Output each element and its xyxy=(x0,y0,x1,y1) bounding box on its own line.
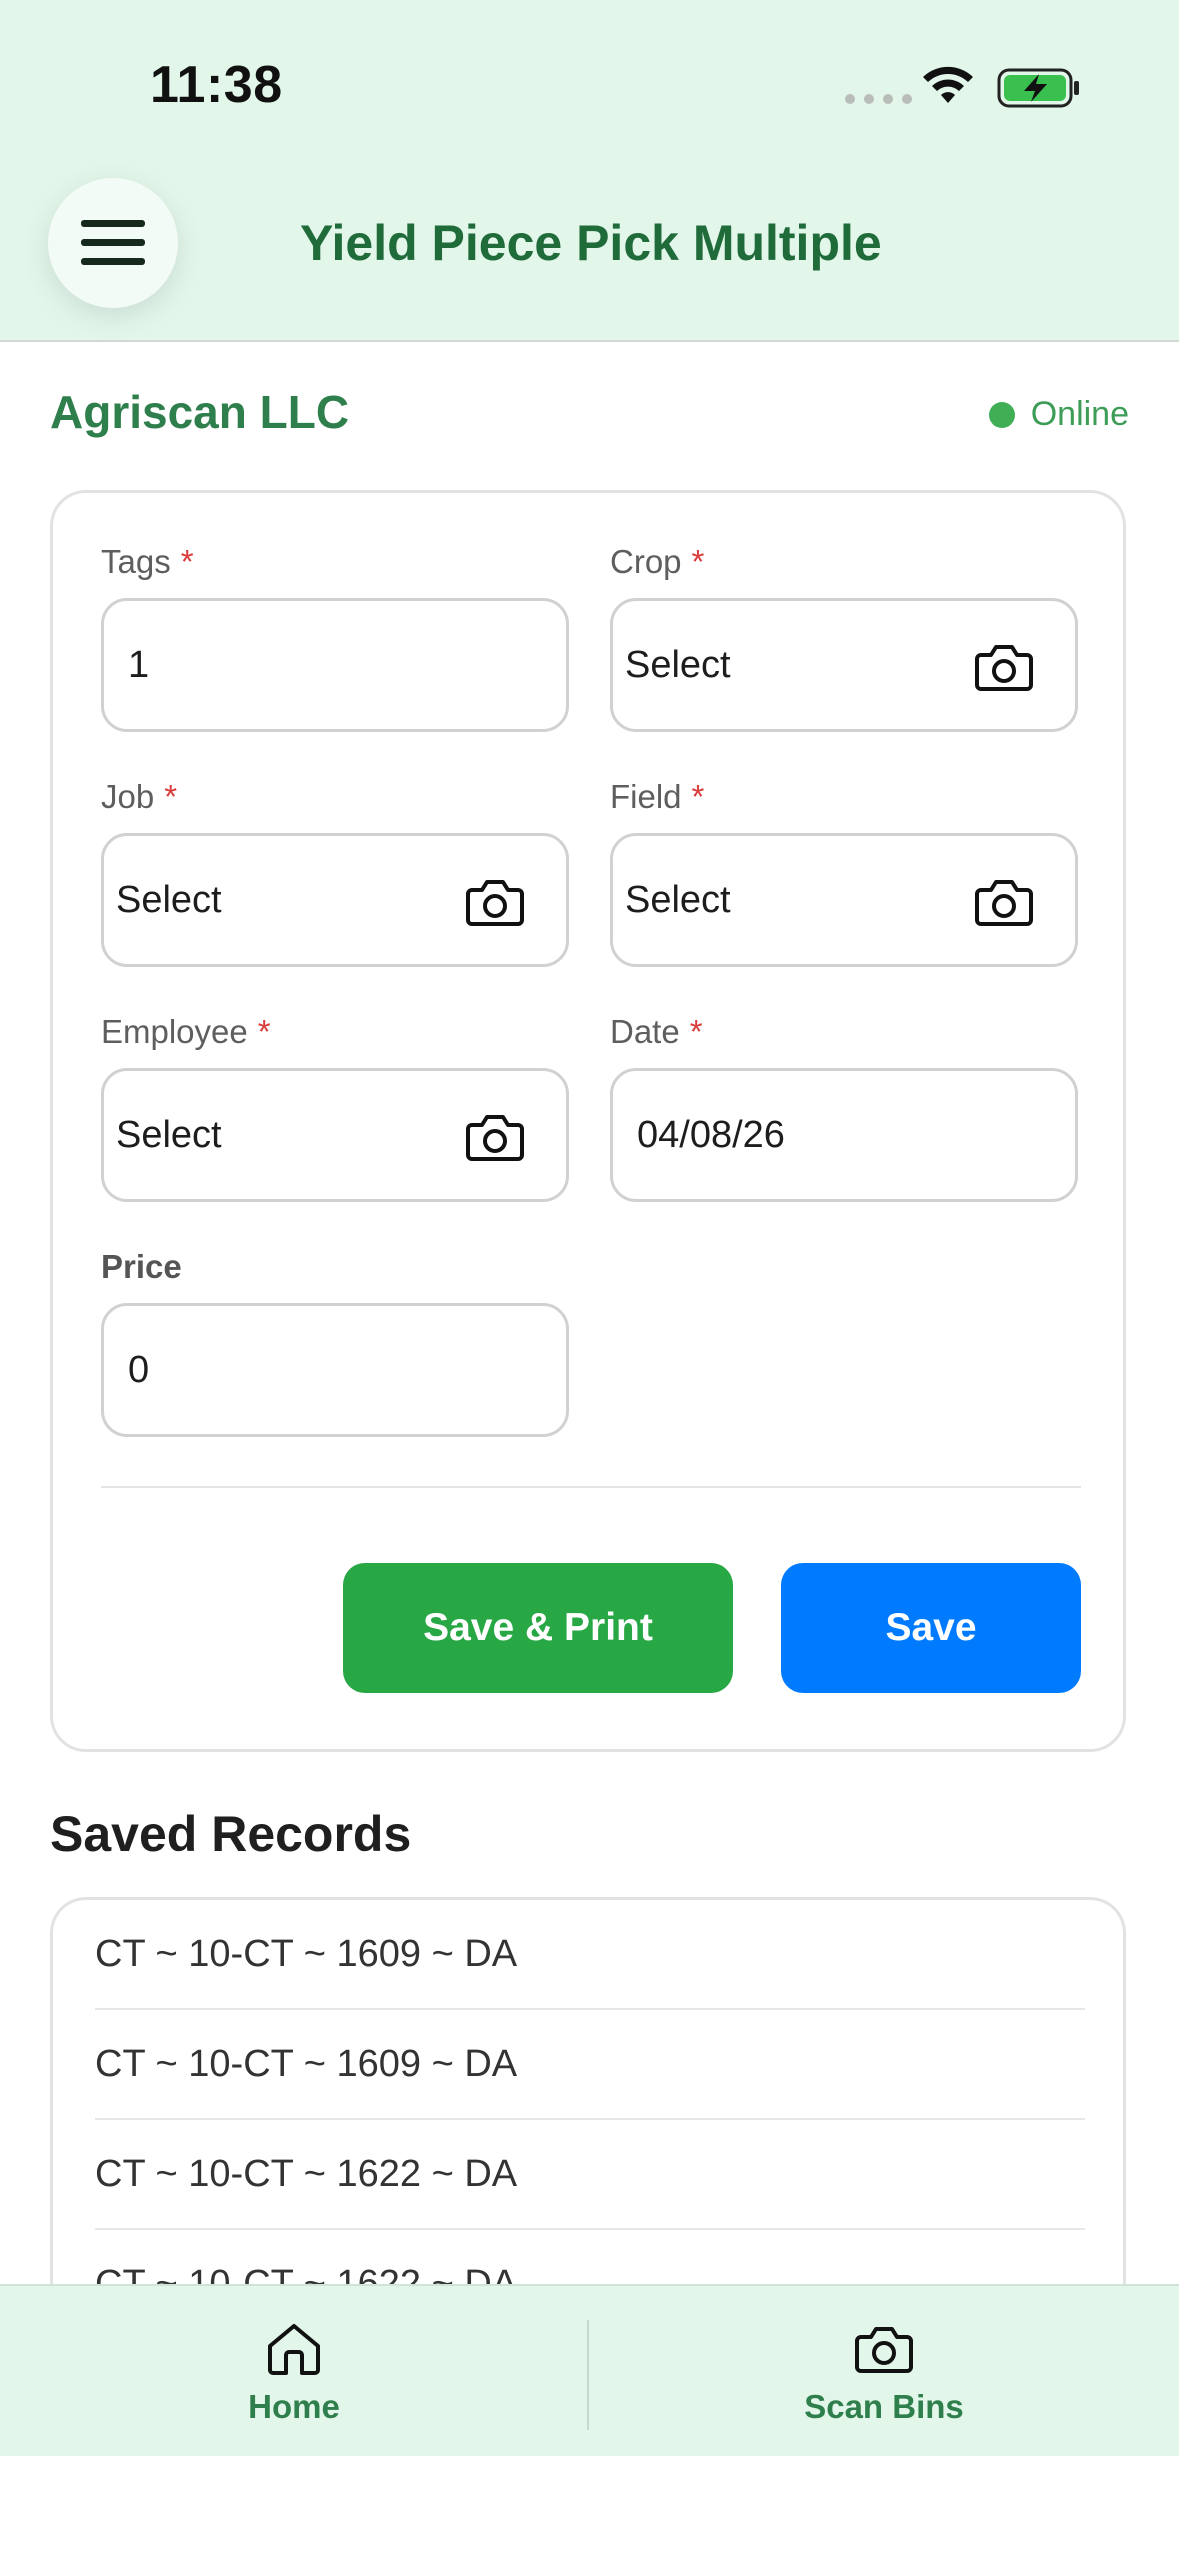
save-print-button[interactable]: Save & Print xyxy=(343,1563,733,1693)
menu-button[interactable] xyxy=(48,178,178,308)
crop-value: Select xyxy=(625,643,731,686)
cellular-signal-icon xyxy=(845,94,912,104)
camera-icon[interactable] xyxy=(975,641,1033,693)
list-item[interactable]: CT ~ 10-CT ~ 1609 ~ DA xyxy=(95,2010,1085,2120)
field-value: Select xyxy=(625,878,731,921)
tags-input[interactable]: 1 xyxy=(101,598,569,732)
job-label: Job * xyxy=(101,778,178,815)
list-item[interactable]: CT ~ 10-CT ~ 1609 ~ DA xyxy=(95,1900,1085,2010)
saved-records-title: Saved Records xyxy=(50,1806,412,1862)
date-label: Date * xyxy=(610,1013,703,1050)
page-title: Yield Piece Pick Multiple xyxy=(300,215,882,271)
camera-icon[interactable] xyxy=(466,876,524,928)
nav-scan-bins-label: Scan Bins xyxy=(804,2388,964,2425)
bottom-nav: Home Scan Bins xyxy=(0,2284,1179,2456)
home-icon xyxy=(268,2324,320,2375)
camera-icon xyxy=(855,2327,913,2373)
connection-status-label: Online xyxy=(1030,395,1129,433)
nav-home-label: Home xyxy=(248,2388,340,2425)
employee-select[interactable]: Select xyxy=(101,1068,569,1202)
camera-icon[interactable] xyxy=(466,1111,524,1163)
nav-scan-bins[interactable]: Scan Bins xyxy=(590,2286,1178,2456)
price-label: Price xyxy=(101,1248,182,1285)
date-input[interactable]: 04/08/26 xyxy=(610,1068,1078,1202)
wifi-icon xyxy=(923,66,973,103)
date-value: 04/08/26 xyxy=(637,1113,785,1156)
job-value: Select xyxy=(116,878,222,921)
list-item[interactable]: CT ~ 10-CT ~ 1622 ~ DA xyxy=(95,2120,1085,2230)
hamburger-icon xyxy=(81,220,145,265)
nav-home[interactable]: Home xyxy=(0,2286,588,2456)
nav-separator xyxy=(587,2320,589,2430)
status-time: 11:38 xyxy=(150,56,283,114)
entry-form: Tags * 1 Crop * Select Job * Select Field * … xyxy=(50,490,1126,1752)
price-input[interactable]: 0 xyxy=(101,1303,569,1437)
online-indicator-icon xyxy=(988,401,1015,428)
job-select[interactable]: Select xyxy=(101,833,569,967)
app-header: 11:38 Yield Piece Pick Multiple xyxy=(0,0,1179,342)
tags-value: 1 xyxy=(128,643,150,686)
saved-records-list[interactable]: CT ~ 10-CT ~ 1609 ~ DA CT ~ 10-CT ~ 1609… xyxy=(50,1897,1126,2317)
tags-label: Tags * xyxy=(101,543,194,580)
camera-icon[interactable] xyxy=(975,876,1033,928)
employee-label: Employee * xyxy=(101,1013,271,1050)
connection-status: Online xyxy=(988,395,1129,434)
price-value: 0 xyxy=(128,1348,150,1391)
battery-charging-icon xyxy=(997,68,1079,108)
crop-label: Crop * xyxy=(610,543,705,580)
form-divider xyxy=(101,1486,1081,1488)
employee-value: Select xyxy=(116,1113,222,1156)
field-label: Field * xyxy=(610,778,705,815)
field-select[interactable]: Select xyxy=(610,833,1078,967)
crop-select[interactable]: Select xyxy=(610,598,1078,732)
save-button[interactable]: Save xyxy=(781,1563,1081,1693)
company-name: Agriscan LLC xyxy=(50,386,350,438)
